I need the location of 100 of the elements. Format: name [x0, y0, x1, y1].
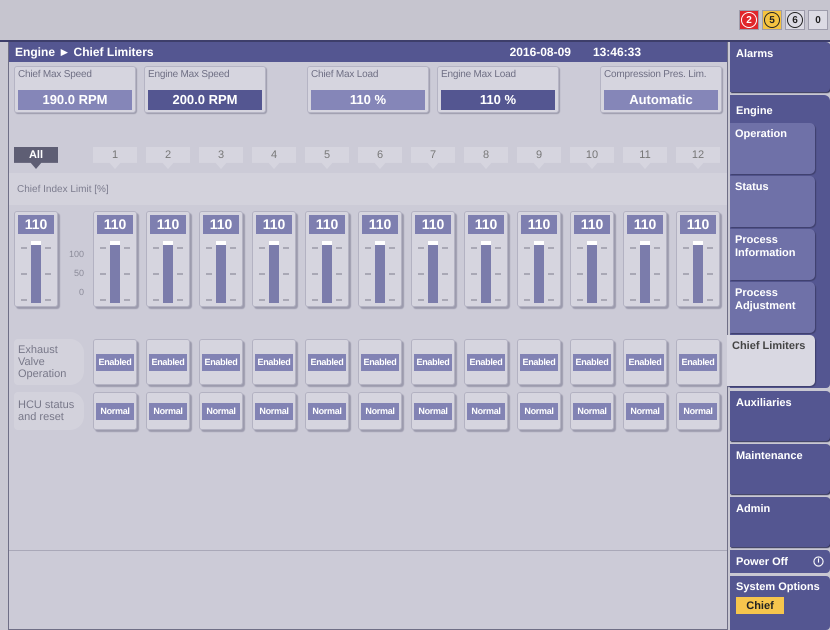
- status-button[interactable]: Enabled: [93, 339, 137, 385]
- alarm-counter[interactable]: 6: [785, 10, 805, 30]
- status-button[interactable]: Normal: [93, 392, 137, 430]
- slider-fill[interactable]: [534, 241, 544, 303]
- nav-subtab[interactable]: Operation: [730, 123, 815, 174]
- status-button[interactable]: Enabled: [464, 339, 508, 385]
- scale-label: 0: [78, 287, 84, 297]
- limit-value[interactable]: 110: [521, 215, 557, 234]
- scale-label: 100: [68, 249, 84, 259]
- field-value: 190.0 RPM: [18, 90, 132, 110]
- status-button[interactable]: Normal: [146, 392, 190, 430]
- nav-tab[interactable]: Alarms: [730, 42, 830, 92]
- alarm-counter[interactable]: 0: [808, 10, 828, 30]
- nav-subtab[interactable]: Chief Limiters: [727, 335, 815, 386]
- nav-subtab[interactable]: Status: [730, 176, 815, 227]
- status-button[interactable]: Normal: [570, 392, 614, 430]
- cylinder-tab[interactable]: 12: [676, 147, 720, 169]
- nav-tab[interactable]: Admin: [730, 497, 830, 547]
- cylinder-tab[interactable]: 11: [623, 147, 667, 169]
- user-level-badge[interactable]: Chief: [736, 597, 784, 614]
- cylinder-tab[interactable]: 2: [146, 147, 190, 169]
- cylinder-tab[interactable]: 3: [199, 147, 243, 169]
- status-button[interactable]: Enabled: [676, 339, 720, 385]
- slider-fill[interactable]: [640, 241, 650, 303]
- cylinder-tab[interactable]: 8: [464, 147, 508, 169]
- section-label: Chief Index Limit [%]: [17, 184, 109, 195]
- info-icon: [813, 556, 824, 567]
- power-off-button[interactable]: Power Off: [730, 550, 830, 573]
- status-button[interactable]: Normal: [252, 392, 296, 430]
- field-label: Chief Max Load: [311, 69, 380, 80]
- slider-fill[interactable]: [428, 241, 438, 303]
- limit-field[interactable]: Chief Max Speed 190.0 RPM: [14, 66, 136, 113]
- status-button[interactable]: Enabled: [517, 339, 561, 385]
- nav-subtab[interactable]: Process Adjustment: [730, 282, 815, 333]
- status-button[interactable]: Normal: [464, 392, 508, 430]
- slider-fill[interactable]: [269, 241, 279, 303]
- alarm-counter[interactable]: 2: [739, 10, 759, 30]
- slider-fill[interactable]: [216, 241, 226, 303]
- status-button[interactable]: Enabled: [411, 339, 455, 385]
- cylinder-tab[interactable]: 10: [570, 147, 614, 169]
- limit-value[interactable]: 110: [150, 215, 186, 234]
- limit-field[interactable]: Compression Pres. Lim. Automatic: [600, 66, 722, 113]
- cylinder-tab[interactable]: All: [14, 147, 58, 169]
- slider-fill[interactable]: [587, 241, 597, 303]
- slider-fill[interactable]: [163, 241, 173, 303]
- status-button[interactable]: Enabled: [252, 339, 296, 385]
- breadcrumb: Engine ► Chief Limiters: [15, 45, 155, 59]
- slider-fill[interactable]: [375, 241, 385, 303]
- status-button[interactable]: Normal: [199, 392, 243, 430]
- slider-fill[interactable]: [322, 241, 332, 303]
- time-text: 13:46:33: [592, 45, 641, 59]
- status-button[interactable]: Enabled: [199, 339, 243, 385]
- scale-label: 50: [74, 268, 84, 278]
- status-button[interactable]: Enabled: [570, 339, 614, 385]
- limit-value[interactable]: 110: [309, 215, 345, 234]
- limit-value[interactable]: 110: [627, 215, 663, 234]
- cylinder-tab[interactable]: 4: [252, 147, 296, 169]
- cylinder-tab[interactable]: 7: [411, 147, 455, 169]
- nav-tab[interactable]: Auxiliaries: [730, 391, 830, 441]
- nav-group-label: Engine: [735, 104, 774, 119]
- status-button[interactable]: Enabled: [305, 339, 349, 385]
- status-button[interactable]: Enabled: [358, 339, 402, 385]
- limit-value[interactable]: 110: [415, 215, 451, 234]
- slider-fill[interactable]: [31, 241, 41, 303]
- field-value: 110 %: [441, 90, 555, 110]
- status-button[interactable]: Normal: [358, 392, 402, 430]
- system-options-label: System Options: [736, 581, 820, 593]
- limit-value[interactable]: 110: [203, 215, 239, 234]
- field-value: 200.0 RPM: [148, 90, 262, 110]
- status-button[interactable]: Normal: [305, 392, 349, 430]
- field-label: Compression Pres. Lim.: [604, 69, 708, 80]
- date-text: 2016-08-09: [510, 45, 571, 59]
- status-button[interactable]: Normal: [411, 392, 455, 430]
- slider-fill[interactable]: [693, 241, 703, 303]
- row-label: Exhaust Valve Operation: [14, 339, 84, 385]
- limit-value[interactable]: 110: [97, 215, 133, 234]
- slider-fill[interactable]: [110, 241, 120, 303]
- alarm-counter[interactable]: 5: [762, 10, 782, 30]
- status-button[interactable]: Enabled: [146, 339, 190, 385]
- limit-value[interactable]: 110: [468, 215, 504, 234]
- limit-value[interactable]: 110: [362, 215, 398, 234]
- cylinder-tab[interactable]: 6: [358, 147, 402, 169]
- slider-fill[interactable]: [481, 241, 491, 303]
- limit-value[interactable]: 110: [680, 215, 716, 234]
- status-button[interactable]: Normal: [676, 392, 720, 430]
- nav-tab[interactable]: Maintenance: [730, 444, 830, 494]
- status-button[interactable]: Enabled: [623, 339, 667, 385]
- cylinder-tab[interactable]: 9: [517, 147, 561, 169]
- limit-value[interactable]: 110: [18, 215, 54, 234]
- status-button[interactable]: Normal: [517, 392, 561, 430]
- field-label: Chief Max Speed: [18, 69, 93, 80]
- limit-value[interactable]: 110: [574, 215, 610, 234]
- status-button[interactable]: Normal: [623, 392, 667, 430]
- nav-subtab[interactable]: Process Information: [730, 229, 815, 280]
- cylinder-tab[interactable]: 5: [305, 147, 349, 169]
- limit-field[interactable]: Chief Max Load 110 %: [307, 66, 429, 113]
- limit-value[interactable]: 110: [256, 215, 292, 234]
- row-label: HCU status and reset: [14, 392, 84, 430]
- cylinder-tab[interactable]: 1: [93, 147, 137, 169]
- field-value: Automatic: [604, 90, 718, 110]
